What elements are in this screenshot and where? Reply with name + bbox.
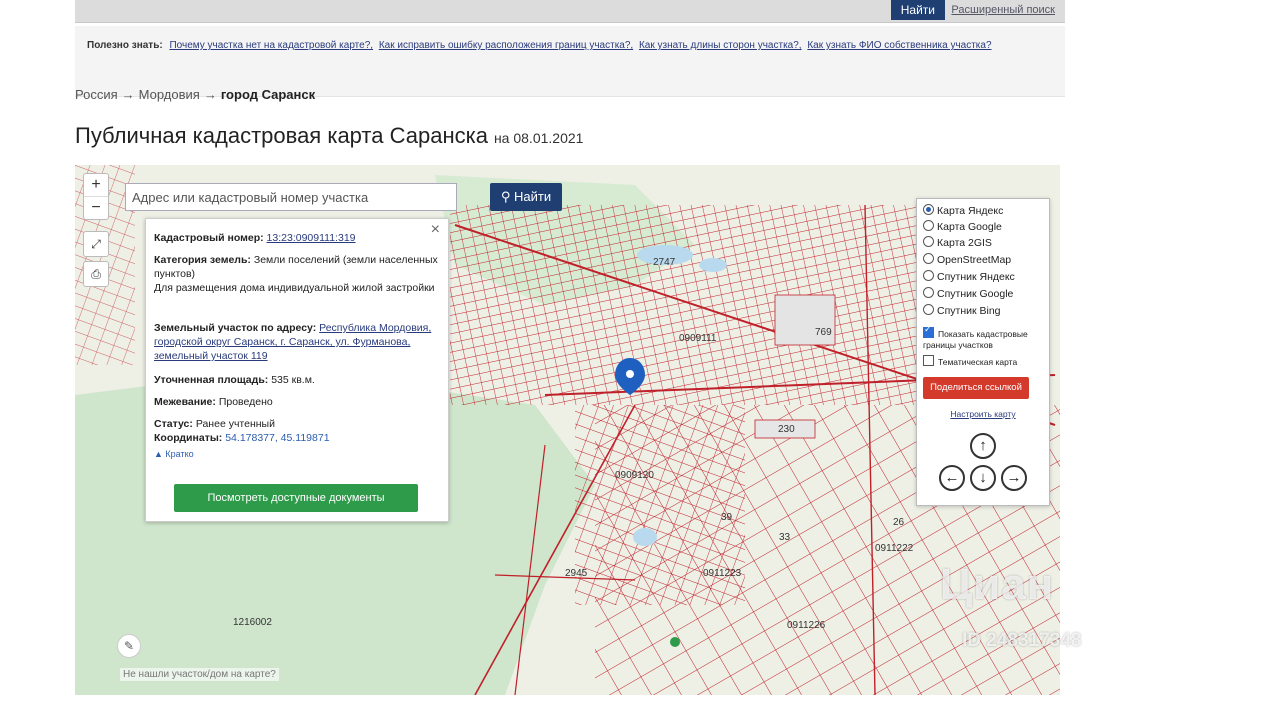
checkbox-label: Тематическая карта <box>938 357 1018 367</box>
map-label: 0911223 <box>703 568 742 579</box>
layers-panel: Карта Яндекс Карта Google Карта 2GIS Ope… <box>916 198 1050 506</box>
advanced-search-link[interactable]: Расширенный поиск <box>951 4 1055 16</box>
map-label: 26 <box>893 517 905 528</box>
layer-label: Карта Google <box>937 221 1002 233</box>
breadcrumb-separator: → <box>121 87 135 102</box>
print-icon[interactable]: ⎙ <box>83 261 109 287</box>
map-label: 769 <box>815 327 832 338</box>
map-label: 0909111 <box>679 333 717 344</box>
pan-left-icon[interactable]: ← <box>939 465 965 491</box>
radio-icon <box>923 204 934 215</box>
brief-toggle[interactable]: ▲ Кратко <box>154 447 444 461</box>
show-borders-checkbox[interactable]: Показать кадастровые границы участков <box>923 324 1045 351</box>
top-find-button[interactable]: Найти <box>890 0 945 20</box>
top-bar: Найти Расширенный поиск <box>75 0 1065 23</box>
page-title-text: Публичная кадастровая карта Саранска <box>75 123 488 148</box>
checkbox-label: Показать кадастровые границы участков <box>923 329 1028 350</box>
layer-yandex-map[interactable]: Карта Яндекс <box>923 203 1003 219</box>
layer-google-map[interactable]: Карта Google <box>923 219 1002 235</box>
page-title-date: на 08.01.2021 <box>493 130 584 146</box>
search-input[interactable] <box>125 183 457 211</box>
checkbox-icon <box>923 324 934 338</box>
breadcrumb-russia[interactable]: Россия <box>75 87 118 102</box>
checkbox-icon <box>923 355 934 366</box>
radio-icon <box>923 287 934 298</box>
area-value: 535 кв.м. <box>271 374 315 386</box>
map-label: 2747 <box>653 257 676 268</box>
zoom-out-button[interactable]: − <box>84 196 108 219</box>
purpose-value: Для размещения дома индивидуальной жилой… <box>154 282 435 294</box>
layer-google-satellite[interactable]: Спутник Google <box>923 286 1013 302</box>
map-label: 33 <box>779 532 791 543</box>
watermark-brand: Циан <box>940 560 1055 609</box>
notice-link-sides[interactable]: Как узнать длины сторон участка?, <box>639 40 802 51</box>
layer-label: Спутник Google <box>937 288 1014 300</box>
notice-lead: Полезно знать: <box>87 40 163 51</box>
breadcrumb-separator: → <box>203 87 217 102</box>
pan-right-icon[interactable]: → <box>1001 465 1027 491</box>
map-label: 0911226 <box>787 620 826 631</box>
layer-osm[interactable]: OpenStreetMap <box>923 252 1011 268</box>
layer-label: Спутник Bing <box>937 305 1001 317</box>
layer-yandex-satellite[interactable]: Спутник Яндекс <box>923 269 1015 285</box>
radio-icon <box>923 236 934 247</box>
pencil-icon[interactable]: ✎ <box>117 634 141 658</box>
notice-link-missing[interactable]: Почему участка нет на кадастровой карте?… <box>169 40 373 51</box>
not-found-link[interactable]: Не нашли участок/дом на карте? <box>120 668 279 681</box>
radio-icon <box>923 253 934 264</box>
find-button-label: Найти <box>514 189 552 204</box>
layer-2gis-map[interactable]: Карта 2GIS <box>923 235 992 251</box>
radio-icon <box>923 270 934 281</box>
share-link-button[interactable]: Поделиться ссылкой <box>923 377 1029 399</box>
radio-icon <box>923 220 934 231</box>
category-label: Категория земель: <box>154 254 251 266</box>
coords-label: Координаты: <box>154 432 223 444</box>
area-label: Уточненная площадь: <box>154 374 269 386</box>
layer-label: Карта Яндекс <box>937 205 1004 217</box>
zoom-control: + − <box>83 173 109 220</box>
notice-link-fix[interactable]: Как исправить ошибку расположения границ… <box>379 40 633 51</box>
map-label: 2945 <box>565 568 588 579</box>
cadastral-map[interactable]: 1216002 0909111 0909120 0911222 0911226 … <box>75 165 1060 695</box>
breadcrumb: Россия → Мордовия → город Саранск <box>75 87 315 102</box>
status-label: Статус: <box>154 418 193 430</box>
page-title: Публичная кадастровая карта Саранска на 0… <box>75 123 583 149</box>
survey-value: Проведено <box>218 396 273 408</box>
map-label: 39 <box>721 512 733 523</box>
zoom-in-button[interactable]: + <box>84 174 108 196</box>
address-label: Земельный участок по адресу: <box>154 322 317 334</box>
parcel-info-panel: × Кадастровый номер: 13:23:0909111:319 К… <box>145 218 449 522</box>
cadastral-number-link[interactable]: 13:23:0909111:319 <box>267 232 356 244</box>
survey-label: Межевание: <box>154 396 216 408</box>
radio-icon <box>923 304 934 315</box>
cadastral-label: Кадастровый номер: <box>154 232 264 244</box>
breadcrumb-current: город Саранск <box>220 87 316 102</box>
layer-label: Спутник Яндекс <box>937 271 1015 283</box>
layer-label: OpenStreetMap <box>937 254 1012 266</box>
status-value: Ранее учтенный <box>195 418 275 430</box>
watermark: Циан ID 248317348 <box>940 560 1081 651</box>
breadcrumb-mordovia[interactable]: Мордовия <box>139 87 200 102</box>
map-label: 0911222 <box>875 543 914 554</box>
watermark-id: ID 248317348 <box>962 630 1082 651</box>
map-label: 1216002 <box>233 617 272 628</box>
layer-bing-satellite[interactable]: Спутник Bing <box>923 303 1001 319</box>
layer-label: Карта 2GIS <box>937 237 992 249</box>
pan-down-icon[interactable]: ↓ <box>970 465 996 491</box>
notice-link-owner[interactable]: Как узнать ФИО собственника участка? <box>807 40 991 51</box>
fullscreen-icon[interactable]: ⤢ <box>83 231 109 257</box>
find-button[interactable]: ⚲ Найти <box>490 183 562 211</box>
map-label: 230 <box>778 424 795 435</box>
coords-value: 54.178377, 45.119871 <box>225 432 330 444</box>
view-documents-button[interactable]: Посмотреть доступные документы <box>174 484 418 512</box>
search-icon: ⚲ <box>500 189 511 204</box>
thematic-map-checkbox[interactable]: Тематическая карта <box>923 355 1045 368</box>
setup-map-link[interactable]: Настроить карту <box>917 409 1049 419</box>
pan-up-icon[interactable]: ↑ <box>970 433 996 459</box>
map-label: 0909120 <box>615 470 654 481</box>
